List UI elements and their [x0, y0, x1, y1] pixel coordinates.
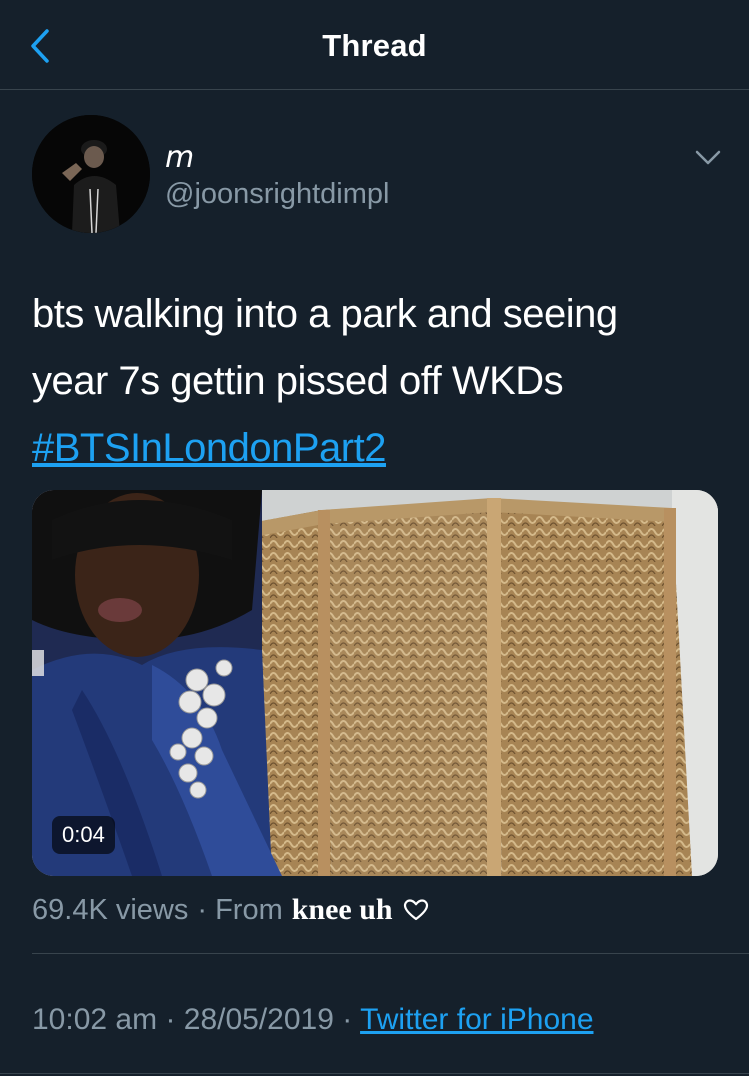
- avatar-image: [32, 115, 150, 233]
- video-player[interactable]: 0:04: [32, 490, 718, 876]
- client-link[interactable]: Twitter for iPhone: [360, 1003, 593, 1036]
- user-handle[interactable]: @joonsrightdimpl: [165, 178, 389, 211]
- page-title: Thread: [322, 28, 427, 63]
- display-name[interactable]: m: [165, 140, 194, 175]
- video-source-name[interactable]: knee uh: [292, 893, 393, 927]
- heart-icon: [403, 898, 429, 922]
- divider: [0, 1073, 749, 1074]
- chevron-down-icon: [695, 150, 721, 165]
- tweet-options-button[interactable]: [690, 140, 726, 176]
- avatar[interactable]: [32, 115, 150, 233]
- separator: ·: [342, 1003, 361, 1036]
- tweet-date: 28/05/2019: [183, 1003, 334, 1036]
- tweet-text: bts walking into a park and seeing year …: [32, 281, 722, 482]
- video-attribution: 69.4K views · From knee uh: [32, 893, 429, 927]
- tweet-metadata: 10:02 am · 28/05/2019 · Twitter for iPho…: [32, 1003, 594, 1037]
- divider: [32, 953, 749, 954]
- from-label: · From: [197, 893, 283, 926]
- tweet-text-line: year 7s gettin pissed off WKDs: [32, 359, 564, 403]
- separator: ·: [165, 1003, 184, 1036]
- tweet-time: 10:02 am: [32, 1003, 158, 1036]
- tweet-text-line: bts walking into a park and seeing: [32, 292, 618, 336]
- video-thumbnail: [32, 490, 718, 876]
- hashtag-link[interactable]: #BTSInLondonPart2: [32, 415, 722, 482]
- thread-header: Thread: [0, 0, 749, 90]
- view-count: 69.4K views: [32, 893, 189, 926]
- video-duration-badge: 0:04: [52, 816, 115, 854]
